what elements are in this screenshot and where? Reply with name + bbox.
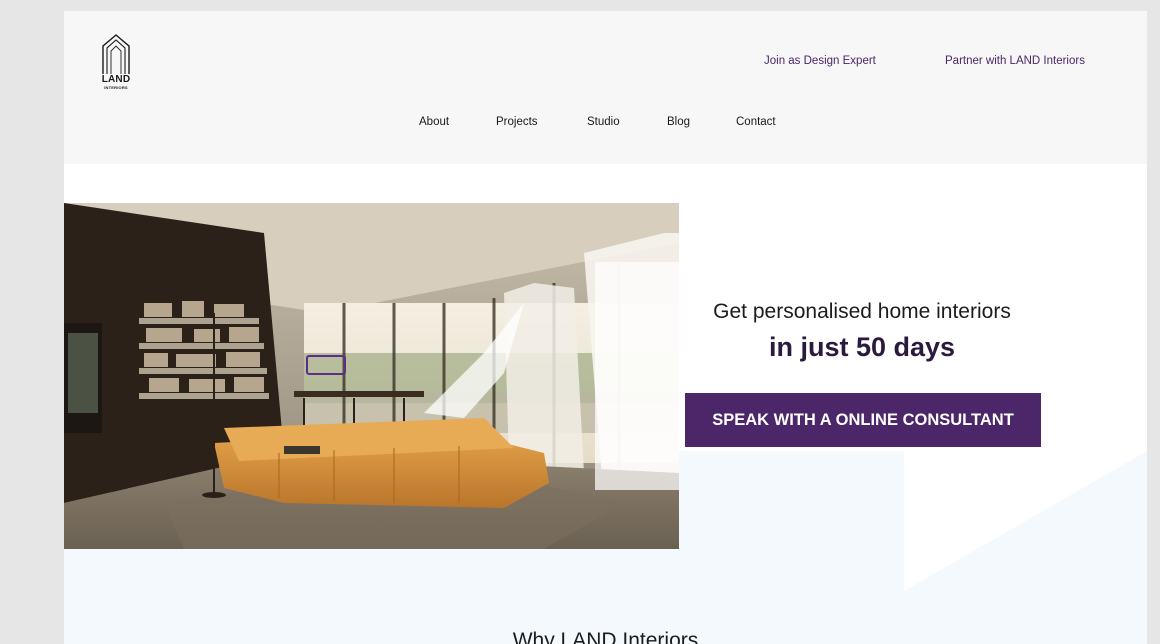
site-header: LAND INTERIORS Join as Design Expert Par… xyxy=(64,11,1147,164)
join-design-expert-link[interactable]: Join as Design Expert xyxy=(764,55,876,67)
speak-with-consultant-button[interactable]: SPEAK WITH A ONLINE CONSULTANT xyxy=(685,393,1041,447)
logo-word: LAND xyxy=(101,74,131,85)
nav-studio[interactable]: Studio xyxy=(587,116,620,128)
logo-subtitle: INTERIORS xyxy=(104,85,128,90)
partner-link[interactable]: Partner with LAND Interiors xyxy=(945,55,1085,67)
hero-image-overlay-panel xyxy=(595,262,679,490)
living-room-illustration xyxy=(64,203,679,549)
nav-projects[interactable]: Projects xyxy=(496,116,538,128)
landing-page: LAND INTERIORS Join as Design Expert Par… xyxy=(64,11,1147,644)
hero-tagline: Get personalised home interiors xyxy=(713,300,1011,323)
nav-blog[interactable]: Blog xyxy=(667,116,690,128)
nav-about[interactable]: About xyxy=(419,116,449,128)
hero-tagline-emphasis: in just 50 days xyxy=(768,332,956,362)
hero-image[interactable] xyxy=(64,203,679,549)
why-section-title: Why LAND Interiors xyxy=(512,629,699,644)
hero-background-diagonal xyxy=(904,451,1147,591)
house-logo-icon xyxy=(102,34,130,74)
brand-logo[interactable]: LAND INTERIORS xyxy=(100,33,132,93)
nav-contact[interactable]: Contact xyxy=(736,116,776,128)
